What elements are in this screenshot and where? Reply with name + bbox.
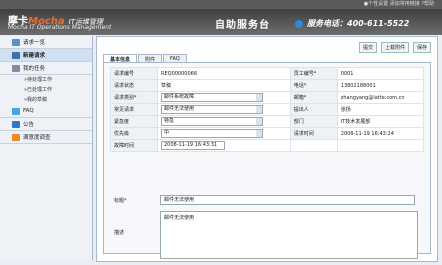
urgency-select[interactable]: 特急 <box>161 117 263 126</box>
faq-icon <box>12 107 20 115</box>
value-submitter: 张扬 <box>336 103 425 116</box>
sidebar-sub-drafts[interactable]: »我的草稿 <box>0 95 92 105</box>
phone-icon <box>295 19 303 28</box>
sidebar-item-faq[interactable]: FAQ <box>0 105 92 118</box>
brand-en: Mocha IT Operations Management <box>8 24 112 31</box>
label-title: 标题* <box>114 197 127 204</box>
top-links[interactable]: ●个性设置 添加常用链接 ?帮助 <box>364 1 434 7</box>
label-emp-no: 员工编号* <box>289 67 338 80</box>
list-icon <box>12 38 20 46</box>
label-common: 常见请求 <box>110 103 158 116</box>
label-email: 邮箱* <box>289 91 338 104</box>
task-icon <box>12 64 20 72</box>
label-type: 请求类别* <box>110 91 158 104</box>
header: 摩卡Mocha IT运维管理 Mocha IT Operations Manage… <box>0 9 442 35</box>
sidebar-sub-pending[interactable]: »待处理工作 <box>0 75 92 85</box>
sidebar-item-request-list[interactable]: 请求一览 <box>0 36 92 49</box>
main-panel: 提交 上载附件 保存 基本信息 附件 FAQ 请求编号 REQ00000066 … <box>96 36 438 262</box>
value-emp-no: 0001 <box>336 67 425 80</box>
label-fault-time: 故障时间 <box>110 139 158 152</box>
chevron-down-icon <box>256 130 262 137</box>
page-title: 自助服务台 <box>215 20 270 31</box>
chevron-down-icon <box>256 118 262 125</box>
label-desc: 描述 <box>114 230 125 236</box>
form-grid: 请求编号 REQ00000066 员工编号* 0001 请求状态 草稿 电话* … <box>110 67 425 152</box>
value-dept: IT技术发展部 <box>336 115 425 128</box>
sidebar-item-survey[interactable]: 满意度调查 <box>0 131 92 144</box>
service-phone: 服务电话：400-611-5522 <box>295 18 409 29</box>
survey-icon <box>12 133 20 141</box>
service-phone-text: 服务电话：400-611-5522 <box>307 19 410 28</box>
title-desc-area: 标题* 邮件无法使用 描述 邮件无法使用 <box>110 195 424 265</box>
toolbar: 提交 上载附件 保存 <box>358 42 431 53</box>
top-strip: ●个性设置 添加常用链接 ?帮助 <box>0 0 442 9</box>
value-status: 草稿 <box>157 79 291 92</box>
fault-time-input[interactable]: 2008-11-19 16:43:31 <box>161 141 225 150</box>
value-req-time: 2008-11-19 16:43:24 <box>336 127 425 140</box>
label-status: 请求状态 <box>110 79 158 92</box>
sidebar: 请求一览 新建请求 我的任务 »待处理工作 »已处理工作 »我的草稿 FAQ 公… <box>0 36 93 260</box>
save-button[interactable]: 保存 <box>412 42 431 53</box>
value-phone: 13802188001 <box>336 79 425 92</box>
priority-select[interactable]: 中 <box>161 129 263 138</box>
chevron-down-icon <box>256 94 262 101</box>
label-req-time: 请求时间 <box>289 127 338 140</box>
title-input[interactable]: 邮件无法使用 <box>160 195 415 205</box>
upload-button[interactable]: 上载附件 <box>380 42 409 53</box>
sidebar-item-my-tasks[interactable]: 我的任务 <box>0 62 92 75</box>
type-select[interactable]: 邮件系统故障 <box>161 93 263 102</box>
label-submitter: 提出人 <box>289 103 338 116</box>
value-request-no: REQ00000066 <box>157 67 291 80</box>
label-urgency: 紧急度 <box>110 115 158 128</box>
common-select[interactable]: 邮件无法使用 <box>161 105 263 114</box>
chevron-down-icon <box>256 106 262 113</box>
form-panel: 请求编号 REQ00000066 员工编号* 0001 请求状态 草稿 电话* … <box>103 62 431 259</box>
value-email: zhangyang@latte.com.cn <box>336 91 425 104</box>
label-request-no: 请求编号 <box>110 67 158 80</box>
label-phone: 电话* <box>289 79 338 92</box>
notice-icon <box>12 120 20 128</box>
sidebar-item-new-request[interactable]: 新建请求 <box>0 49 92 62</box>
submit-button[interactable]: 提交 <box>358 42 377 53</box>
new-icon <box>12 51 20 59</box>
sidebar-item-notice[interactable]: 公告 <box>0 118 92 131</box>
label-dept: 部门 <box>289 115 338 128</box>
sidebar-sub-done[interactable]: »已处理工作 <box>0 85 92 95</box>
desc-textarea[interactable]: 邮件无法使用 <box>160 211 418 259</box>
label-priority: 优先级 <box>110 127 158 140</box>
